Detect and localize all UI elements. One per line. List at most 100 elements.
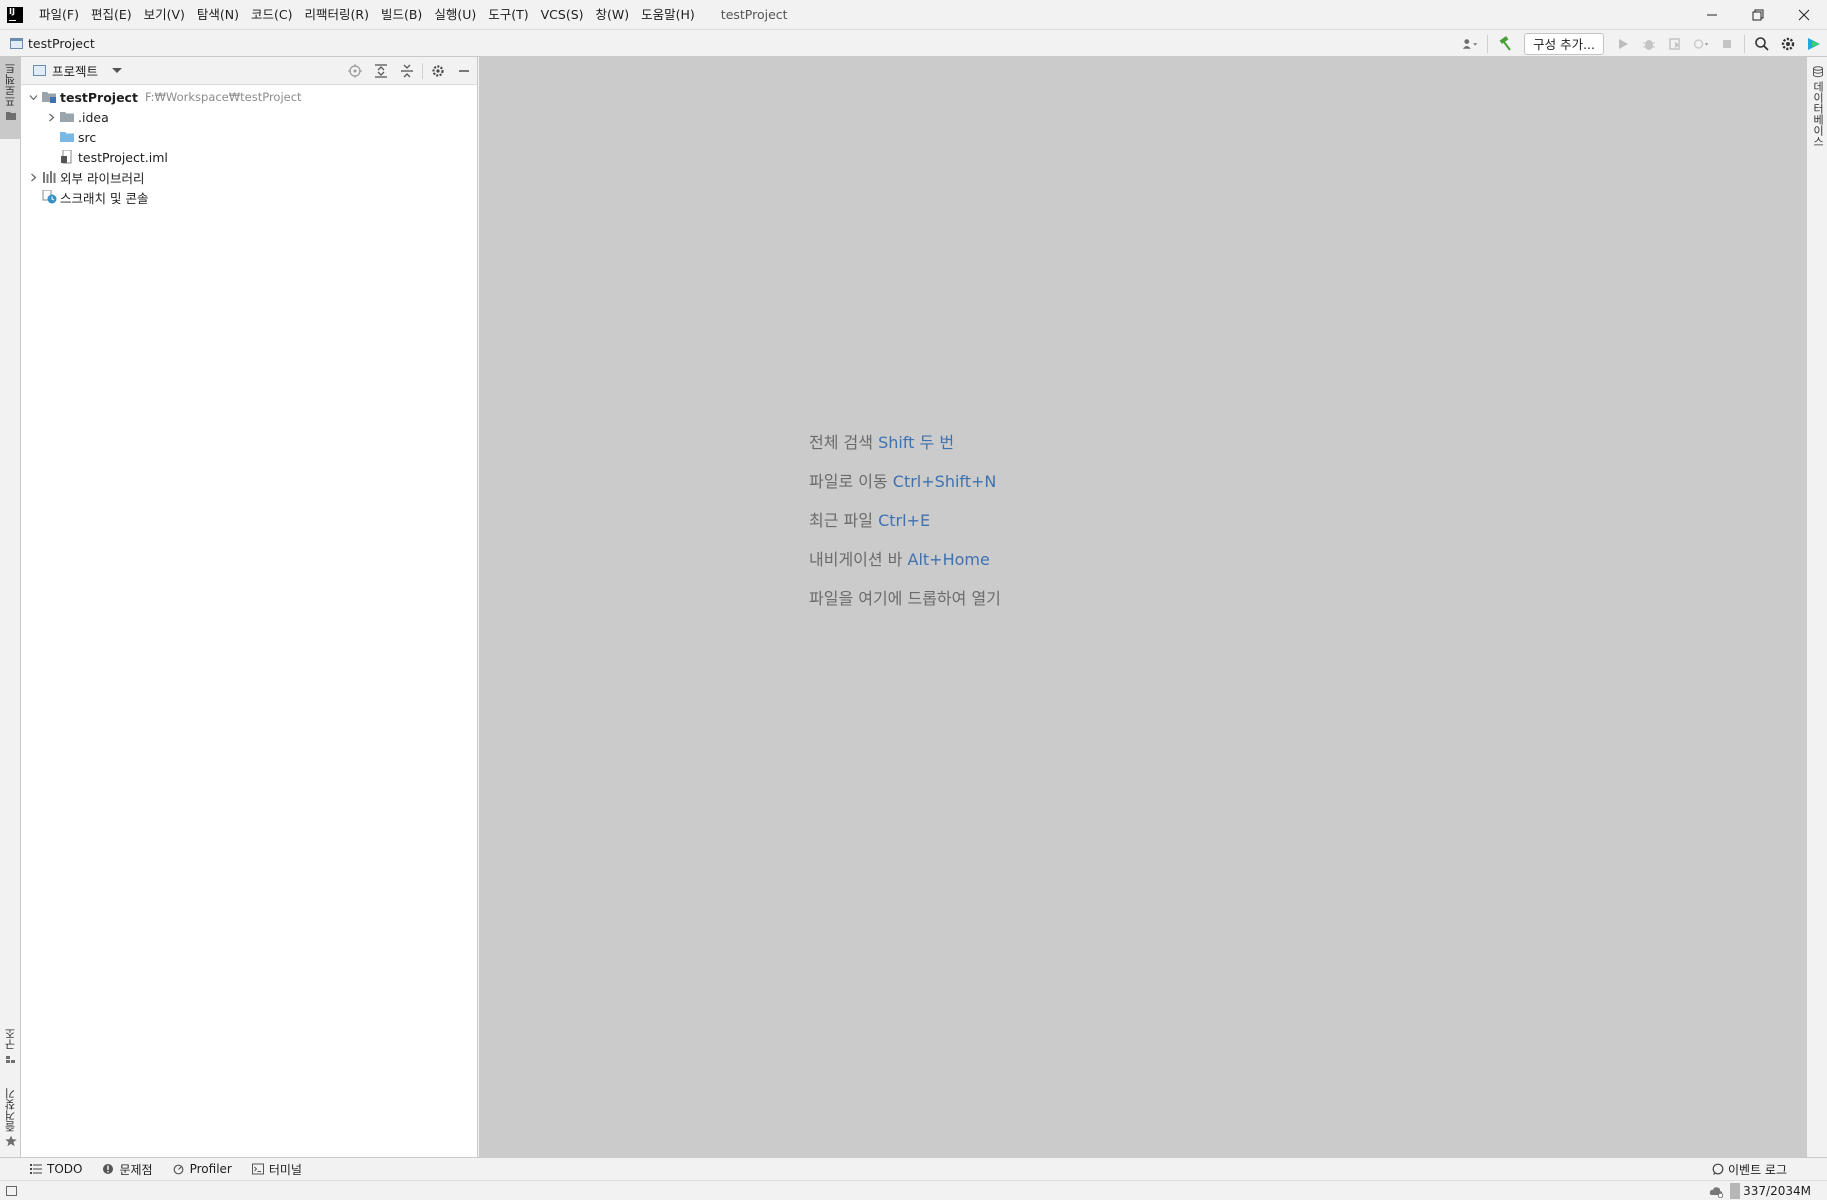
- nav-toolbar: 구성 추가...: [1457, 30, 1827, 57]
- editor-hints: 전체 검색 Shift 두 번 파일로 이동 Ctrl+Shift+N 최근 파…: [809, 432, 1001, 627]
- cloud-sync-icon[interactable]: [1709, 1185, 1724, 1198]
- project-view-icon: [33, 65, 46, 76]
- tree-node-label: .idea: [78, 109, 109, 125]
- account-button[interactable]: [1457, 31, 1483, 57]
- expand-all-button[interactable]: [368, 58, 394, 84]
- problems-label: 문제점: [119, 1162, 153, 1177]
- profiler-icon: [1694, 38, 1709, 49]
- build-button[interactable]: [1492, 31, 1518, 57]
- close-icon: [1798, 9, 1810, 20]
- minimize-button[interactable]: [1689, 0, 1735, 29]
- tool-tab-structure[interactable]: 구조: [0, 1022, 21, 1072]
- menu-window[interactable]: 창(W): [590, 0, 636, 29]
- project-tool-window: 프로젝트 testProject F:₩Workspace₩testProjec…: [21, 57, 478, 1157]
- breadcrumb[interactable]: testProject: [10, 36, 95, 51]
- debug-button[interactable]: [1636, 31, 1662, 57]
- warning-circle-icon: [103, 1164, 114, 1174]
- chevron-down-icon[interactable]: [112, 68, 123, 73]
- collapse-all-button[interactable]: [394, 58, 420, 84]
- tree-node-root[interactable]: testProject F:₩Workspace₩testProject: [21, 87, 477, 107]
- toggle-tool-windows-icon[interactable]: [6, 1185, 17, 1196]
- todo-label: TODO: [47, 1162, 83, 1176]
- user-icon: [1462, 38, 1478, 49]
- folder-icon: [5, 112, 16, 120]
- menu-code[interactable]: 코드(C): [245, 0, 298, 29]
- menu-edit[interactable]: 편집(E): [85, 0, 138, 29]
- database-icon: [1812, 66, 1823, 78]
- coverage-button[interactable]: [1662, 31, 1688, 57]
- add-configuration-button[interactable]: 구성 추가...: [1524, 32, 1604, 55]
- hint-text: 파일로 이동: [809, 472, 888, 491]
- event-log-tool-button[interactable]: 이벤트 로그: [1712, 1158, 1787, 1180]
- hide-panel-button[interactable]: [451, 58, 477, 84]
- structure-icon: [5, 1056, 15, 1063]
- intellij-logo-icon[interactable]: IJ: [7, 6, 23, 23]
- tree-node-scratches[interactable]: 스크래치 및 콘솔: [21, 187, 477, 207]
- run-button[interactable]: [1610, 31, 1636, 57]
- chevron-right-icon[interactable]: [25, 167, 41, 187]
- menu-build[interactable]: 빌드(B): [375, 0, 428, 29]
- expand-all-icon: [375, 64, 387, 78]
- restore-button[interactable]: [1735, 0, 1781, 29]
- project-root-name: testProject: [60, 89, 138, 105]
- event-log-label: 이벤트 로그: [1727, 1162, 1787, 1177]
- module-file-icon: [59, 149, 75, 165]
- chevron-down-icon[interactable]: [25, 87, 41, 107]
- tree-node-idea[interactable]: .idea: [21, 107, 477, 127]
- restore-icon: [1752, 9, 1764, 20]
- navigation-bar: testProject 구성 추가...: [0, 29, 1827, 57]
- hammer-icon: [1499, 35, 1511, 51]
- hint-navigation-bar: 내비게이션 바 Alt+Home: [809, 549, 1001, 588]
- chevron-right-icon[interactable]: [43, 107, 59, 127]
- menu-navigate[interactable]: 탐색(N): [191, 0, 245, 29]
- terminal-tool-button[interactable]: 터미널: [251, 1161, 302, 1178]
- main-menu: 파일(F) 편집(E) 보기(V) 탐색(N) 코드(C) 리팩터링(R) 빌드…: [33, 0, 701, 29]
- hint-shortcut: Ctrl+E: [878, 511, 931, 530]
- profile-button[interactable]: [1688, 31, 1714, 57]
- search-everywhere-button[interactable]: [1749, 31, 1775, 57]
- tree-node-external-libraries[interactable]: 외부 라이브러리: [21, 167, 477, 187]
- menu-refactor[interactable]: 리팩터링(R): [299, 0, 375, 29]
- run-icon: [1619, 38, 1628, 49]
- window-controls: [1689, 0, 1827, 29]
- problems-tool-button[interactable]: 문제점: [102, 1161, 153, 1178]
- window-title: testProject: [720, 7, 788, 22]
- menu-view[interactable]: 보기(V): [138, 0, 191, 29]
- menu-run[interactable]: 실행(U): [428, 0, 482, 29]
- code-with-me-button[interactable]: [1801, 31, 1827, 57]
- todo-tool-button[interactable]: TODO: [30, 1162, 82, 1176]
- separator: [422, 63, 423, 79]
- settings-button[interactable]: [1775, 31, 1801, 57]
- scratches-icon: [41, 189, 57, 205]
- folder-icon: [59, 109, 75, 125]
- project-root-path: F:₩Workspace₩testProject: [144, 90, 302, 104]
- panel-options-button[interactable]: [425, 58, 451, 84]
- tool-tab-database[interactable]: 데이터베이스: [1807, 57, 1827, 153]
- tool-tab-favorites[interactable]: 즐겨찾기: [0, 1082, 21, 1154]
- tree-node-label: src: [78, 129, 97, 145]
- separator: [1487, 34, 1489, 53]
- tool-tab-project[interactable]: 프로젝트: [0, 57, 21, 139]
- tree-node-iml[interactable]: testProject.iml: [21, 147, 477, 167]
- search-icon: [1755, 36, 1769, 51]
- profiler-tool-button[interactable]: Profiler: [173, 1162, 232, 1176]
- status-bar: 337/2034M: [0, 1180, 1827, 1200]
- gear-icon: [432, 65, 444, 77]
- memory-indicator[interactable]: 337/2034M: [1730, 1183, 1811, 1199]
- hint-shortcut: Shift 두 번: [878, 433, 955, 452]
- breadcrumb-project[interactable]: testProject: [28, 36, 95, 51]
- tree-node-src[interactable]: src: [21, 127, 477, 147]
- right-tool-stripe: 데이터베이스: [1806, 57, 1827, 1157]
- project-view-selector[interactable]: 프로젝트: [52, 61, 98, 80]
- menu-vcs[interactable]: VCS(S): [535, 0, 590, 29]
- menu-file[interactable]: 파일(F): [33, 0, 85, 29]
- minimize-icon: [459, 70, 469, 72]
- code-with-me-icon: [1808, 37, 1820, 50]
- select-opened-file-button[interactable]: [342, 58, 368, 84]
- close-button[interactable]: [1781, 0, 1827, 29]
- editor-empty-area[interactable]: 전체 검색 Shift 두 번 파일로 이동 Ctrl+Shift+N 최근 파…: [479, 57, 1806, 1157]
- hint-search-everywhere: 전체 검색 Shift 두 번: [809, 432, 1001, 471]
- menu-tools[interactable]: 도구(T): [482, 0, 534, 29]
- menu-help[interactable]: 도움말(H): [635, 0, 701, 29]
- stop-button[interactable]: [1714, 31, 1740, 57]
